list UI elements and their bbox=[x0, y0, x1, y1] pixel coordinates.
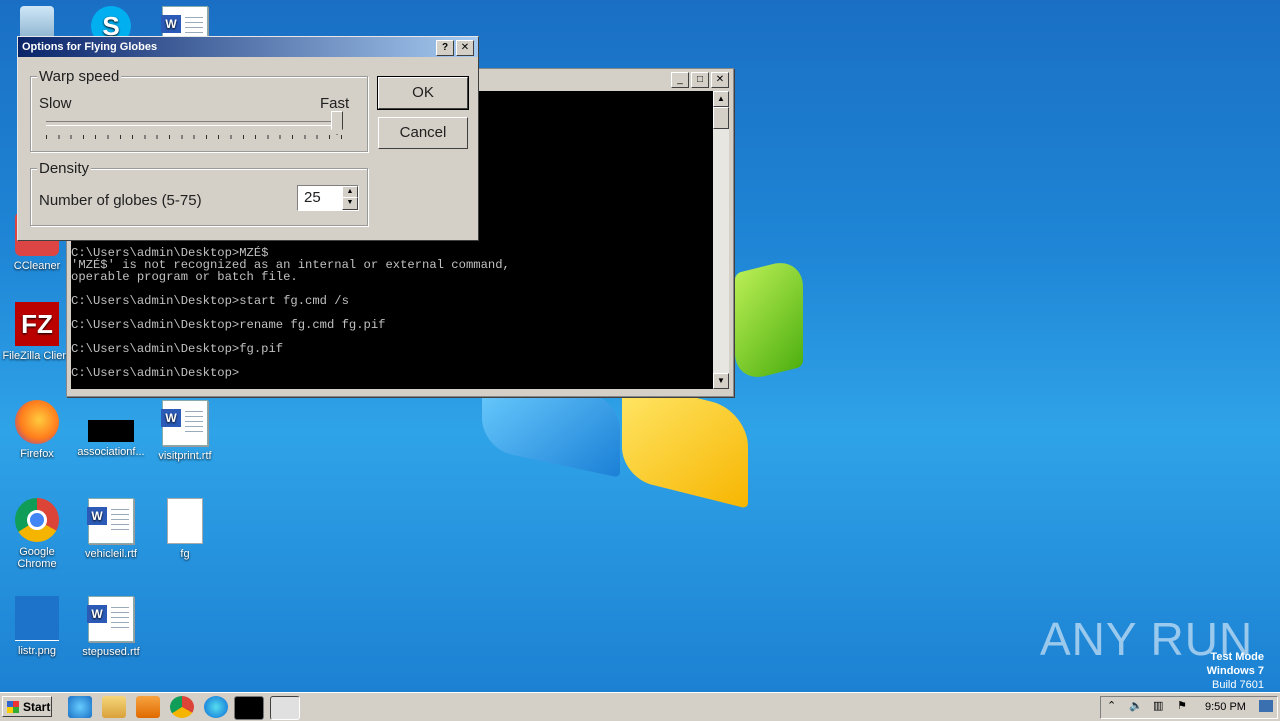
globes-label: Number of globes (5-75) bbox=[39, 192, 202, 209]
firefox-label: Firefox bbox=[20, 448, 54, 460]
warp-speed-legend: Warp speed bbox=[37, 68, 122, 85]
warp-speed-group: Warp speed bbox=[30, 68, 368, 152]
stepused-doc-icon[interactable]: W stepused.rtf bbox=[74, 596, 148, 658]
warp-speed-slider-track[interactable] bbox=[46, 121, 342, 126]
visitprint-label: visitprint.rtf bbox=[158, 450, 212, 462]
scroll-thumb[interactable] bbox=[713, 107, 729, 129]
flying-globes-taskbar-icon[interactable] bbox=[270, 696, 300, 720]
vehicleil-doc-icon[interactable]: W vehicleil.rtf bbox=[74, 498, 148, 560]
dialog-titlebar[interactable]: Options for Flying Globes ? ✕ bbox=[18, 37, 478, 57]
close-button[interactable]: ✕ bbox=[711, 72, 729, 88]
cmd-scrollbar[interactable]: ▲ ▼ bbox=[713, 91, 729, 389]
windows-flag-icon bbox=[7, 701, 19, 713]
network-icon[interactable]: ▥ bbox=[1153, 699, 1163, 712]
cancel-button[interactable]: Cancel bbox=[378, 117, 468, 149]
fast-label: Fast bbox=[320, 95, 350, 112]
watermark-line1: Test Mode bbox=[1210, 651, 1264, 663]
association-label: associationf... bbox=[77, 446, 145, 458]
minimize-button[interactable]: _ bbox=[671, 72, 689, 88]
warp-speed-ticks bbox=[46, 135, 342, 139]
wallpaper-logo-yellow bbox=[622, 379, 748, 509]
tray-expand-icon[interactable]: ⌃ bbox=[1107, 699, 1116, 712]
association-file-icon[interactable]: associationf... bbox=[74, 400, 148, 458]
watermark-line2: Windows 7 bbox=[1206, 665, 1264, 677]
ok-button[interactable]: OK bbox=[377, 76, 469, 110]
chrome-taskbar-icon[interactable] bbox=[170, 696, 194, 718]
explorer-taskbar-icon[interactable] bbox=[102, 696, 126, 718]
ie-taskbar-icon[interactable] bbox=[68, 696, 92, 718]
action-center-icon[interactable]: ⚑ bbox=[1177, 699, 1187, 712]
globes-value[interactable]: 25 bbox=[304, 189, 321, 206]
stepused-label: stepused.rtf bbox=[82, 646, 140, 658]
maximize-button[interactable]: □ bbox=[691, 72, 709, 88]
help-button[interactable]: ? bbox=[436, 40, 454, 56]
chrome-desktop-icon[interactable]: Google Chrome bbox=[0, 498, 74, 570]
console-line: C:\Users\admin\Desktop> bbox=[71, 366, 240, 380]
options-dialog[interactable]: Options for Flying Globes ? ✕ Warp speed… bbox=[17, 36, 479, 241]
console-line: operable program or batch file. bbox=[71, 270, 298, 284]
scroll-down-icon[interactable]: ▼ bbox=[713, 373, 729, 389]
clock[interactable]: 9:50 PM bbox=[1205, 701, 1246, 713]
start-label: Start bbox=[23, 700, 51, 714]
console-line: C:\Users\admin\Desktop>start fg.cmd /s bbox=[71, 294, 349, 308]
taskbar: Start ⌃ 🔈 ▥ ⚑ 9:50 PM bbox=[0, 692, 1280, 721]
ccleaner-label: CCleaner bbox=[13, 260, 61, 272]
fg-label: fg bbox=[180, 548, 190, 560]
density-legend: Density bbox=[37, 160, 92, 177]
globes-spinner[interactable]: 25 ▲ ▼ bbox=[297, 185, 359, 211]
listr-png-icon[interactable]: listr.png bbox=[0, 596, 74, 657]
vehicleil-label: vehicleil.rtf bbox=[85, 548, 137, 560]
scroll-up-icon[interactable]: ▲ bbox=[713, 91, 729, 107]
show-desktop-icon[interactable] bbox=[1259, 700, 1273, 712]
listr-label: listr.png bbox=[18, 645, 56, 657]
dialog-close-button[interactable]: ✕ bbox=[456, 40, 474, 56]
visitprint-doc-icon[interactable]: W visitprint.rtf bbox=[148, 400, 222, 462]
console-line: C:\Users\admin\Desktop>fg.pif bbox=[71, 342, 284, 356]
cmd-taskbar-icon[interactable] bbox=[234, 696, 264, 720]
slow-label: Slow bbox=[39, 95, 72, 112]
system-tray: ⌃ 🔈 ▥ ⚑ 9:50 PM bbox=[1100, 696, 1278, 719]
console-line: C:\Users\admin\Desktop>rename fg.cmd fg.… bbox=[71, 318, 386, 332]
volume-icon[interactable]: 🔈 bbox=[1129, 699, 1143, 712]
wallpaper-logo-green bbox=[735, 256, 803, 384]
fg-file-icon[interactable]: fg bbox=[148, 498, 222, 560]
media-player-taskbar-icon[interactable] bbox=[136, 696, 160, 718]
filezilla-desktop-icon[interactable]: FZ FileZilla Client bbox=[0, 302, 74, 362]
watermark-line3: Build 7601 bbox=[1212, 679, 1264, 691]
test-mode-watermark: Test Mode Windows 7 Build 7601 bbox=[1207, 650, 1264, 692]
edge-taskbar-icon[interactable] bbox=[204, 696, 228, 718]
dialog-title: Options for Flying Globes bbox=[22, 41, 158, 53]
filezilla-label: FileZilla Client bbox=[2, 350, 72, 362]
spin-down-icon[interactable]: ▼ bbox=[342, 197, 358, 210]
chrome-label: Google Chrome bbox=[17, 546, 57, 570]
firefox-desktop-icon[interactable]: Firefox bbox=[0, 400, 74, 460]
start-button[interactable]: Start bbox=[2, 696, 52, 717]
